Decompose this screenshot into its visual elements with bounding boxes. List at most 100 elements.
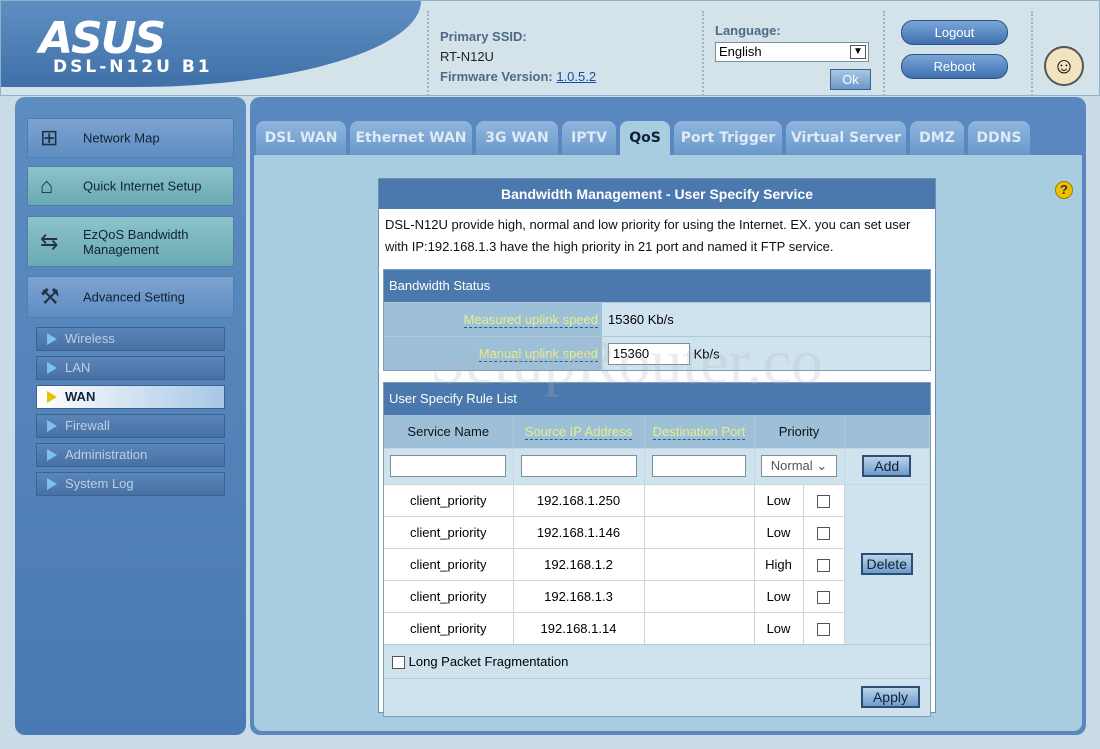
arrow-icon <box>47 449 57 461</box>
arrow-icon <box>47 420 57 432</box>
col-source-ip: Source IP Address <box>524 423 633 440</box>
ssid-value: RT-N12U <box>440 49 494 64</box>
sidebar-sub-administration[interactable]: Administration <box>36 443 225 467</box>
reboot-button[interactable]: Reboot <box>901 54 1008 79</box>
tab-iptv[interactable]: IPTV <box>562 121 616 155</box>
priority-select[interactable]: Normal ⌄ <box>761 455 837 477</box>
rule-port <box>645 613 754 644</box>
sub-label: Administration <box>65 447 148 462</box>
measured-value: 15360 Kb/s <box>608 312 674 327</box>
panel-description: DSL-N12U provide high, normal and low pr… <box>385 217 911 254</box>
language-select[interactable]: English ▼ <box>715 42 869 62</box>
language-label: Language: <box>715 23 781 38</box>
rule-checkbox[interactable] <box>817 558 830 572</box>
tab-ethernet-wan[interactable]: Ethernet WAN <box>350 121 472 155</box>
sidebar-sub-system-log[interactable]: System Log <box>36 472 225 496</box>
help-icon[interactable]: ? <box>1055 181 1073 199</box>
sidebar-item-label: Network Map <box>83 130 160 146</box>
rule-port <box>645 581 754 612</box>
service-name-input[interactable] <box>390 455 507 477</box>
ok-button[interactable]: Ok <box>830 69 871 90</box>
rule-checkbox[interactable] <box>817 526 830 540</box>
logout-button[interactable]: Logout <box>901 20 1008 45</box>
rule-name: client_priority <box>384 579 514 612</box>
sidebar-sub-firewall[interactable]: Firewall <box>36 414 225 438</box>
bandwidth-icon: ⇆ <box>40 228 59 254</box>
avatar-icon: ☺ <box>1044 46 1084 86</box>
sidebar: ⊞ Network Map ⌂ Quick Internet Setup ⇆ EzQo… <box>15 97 246 735</box>
firmware-label: Firmware Version: <box>440 69 553 84</box>
rule-priority: High <box>765 556 792 572</box>
divider <box>1031 11 1033 96</box>
arrow-icon <box>47 333 57 345</box>
long-packet-checkbox[interactable] <box>392 655 405 669</box>
sidebar-sub-lan[interactable]: LAN <box>36 356 225 380</box>
tab-3g-wan[interactable]: 3G WAN <box>476 121 558 155</box>
section-title: Bandwidth Status <box>384 270 930 302</box>
header: ASUS DSL-N12U B1 Primary SSID: RT-N12U F… <box>0 0 1100 96</box>
rule-port <box>645 485 754 516</box>
tab-dsl-wan[interactable]: DSL WAN <box>256 121 346 155</box>
measured-label: Measured uplink speed <box>463 312 598 328</box>
tab-qos[interactable]: QoS <box>620 121 670 155</box>
rule-name: client_priority <box>384 611 514 644</box>
sidebar-item-label: EzQoS Bandwidth Management <box>83 226 189 257</box>
sidebar-item-advanced-setting[interactable]: ⚒ Advanced Setting <box>27 276 234 318</box>
rule-port <box>645 517 754 548</box>
table-row: client_priority 192.168.1.250 Low Delete <box>384 483 930 644</box>
rule-ip: 192.168.1.2 <box>513 547 645 580</box>
qos-panel: Bandwidth Management - User Specify Serv… <box>378 178 936 717</box>
apply-button[interactable]: Apply <box>860 685 920 708</box>
arrow-icon <box>47 362 57 374</box>
sidebar-sub-wireless[interactable]: Wireless <box>36 327 225 351</box>
sub-label: Firewall <box>65 418 110 433</box>
logo-area: ASUS DSL-N12U B1 <box>1 1 421 87</box>
delete-button[interactable]: Delete <box>860 553 913 575</box>
destination-port-input[interactable] <box>652 455 746 477</box>
col-priority: Priority <box>754 415 845 448</box>
manual-label: Manual uplink speed <box>478 346 598 362</box>
manual-speed-input[interactable] <box>608 342 690 365</box>
rule-list-section: User Specify Rule List Service Name Sourc… <box>383 382 931 717</box>
rule-ip: 192.168.1.14 <box>513 611 645 644</box>
rule-priority: Low <box>766 620 791 636</box>
rule-ip: 192.168.1.250 <box>513 483 645 516</box>
sidebar-item-network-map[interactable]: ⊞ Network Map <box>27 118 234 158</box>
language-value: English <box>719 44 762 59</box>
sidebar-item-quick-internet-setup[interactable]: ⌂ Quick Internet Setup <box>27 166 234 206</box>
sub-label: Wireless <box>65 331 115 346</box>
rule-name: client_priority <box>384 483 514 516</box>
sidebar-sub-wan[interactable]: WAN <box>36 385 225 409</box>
bandwidth-status-section: Bandwidth Status Measured uplink speed 15… <box>383 269 931 371</box>
tab-virtual-server[interactable]: Virtual Server <box>786 121 906 155</box>
add-button[interactable]: Add <box>862 455 912 477</box>
tab-port-trigger[interactable]: Port Trigger <box>674 121 782 155</box>
network-map-icon: ⊞ <box>40 125 59 150</box>
sidebar-item-label: Advanced Setting <box>83 289 185 305</box>
firmware-link[interactable]: 1.0.5.2 <box>556 69 596 84</box>
ssid-label: Primary SSID: <box>440 29 527 44</box>
sub-label: System Log <box>65 476 134 491</box>
tab-dmz[interactable]: DMZ <box>910 121 964 155</box>
rule-priority: Low <box>766 588 791 604</box>
section-title: User Specify Rule List <box>384 383 930 415</box>
priority-value: Normal <box>770 458 813 473</box>
arrow-icon <box>47 478 57 490</box>
rule-checkbox[interactable] <box>817 590 830 604</box>
divider <box>883 11 885 96</box>
sidebar-item-ezqos[interactable]: ⇆ EzQoS Bandwidth Management <box>27 216 234 267</box>
rule-checkbox[interactable] <box>817 494 830 508</box>
model-name: DSL-N12U B1 <box>53 57 213 77</box>
arrow-icon <box>47 391 57 403</box>
divider <box>427 11 429 96</box>
tools-icon: ⚒ <box>40 284 60 309</box>
sub-label: WAN <box>65 389 96 404</box>
long-packet-label: Long Packet Fragmentation <box>408 653 569 669</box>
source-ip-input[interactable] <box>520 455 637 477</box>
tab-ddns[interactable]: DDNS <box>968 121 1030 155</box>
rule-checkbox[interactable] <box>817 622 830 636</box>
router-icon: ⌂ <box>40 173 54 198</box>
col-service-name: Service Name <box>384 415 514 448</box>
rule-name: client_priority <box>384 515 514 548</box>
chevron-down-icon: ▼ <box>850 45 866 59</box>
